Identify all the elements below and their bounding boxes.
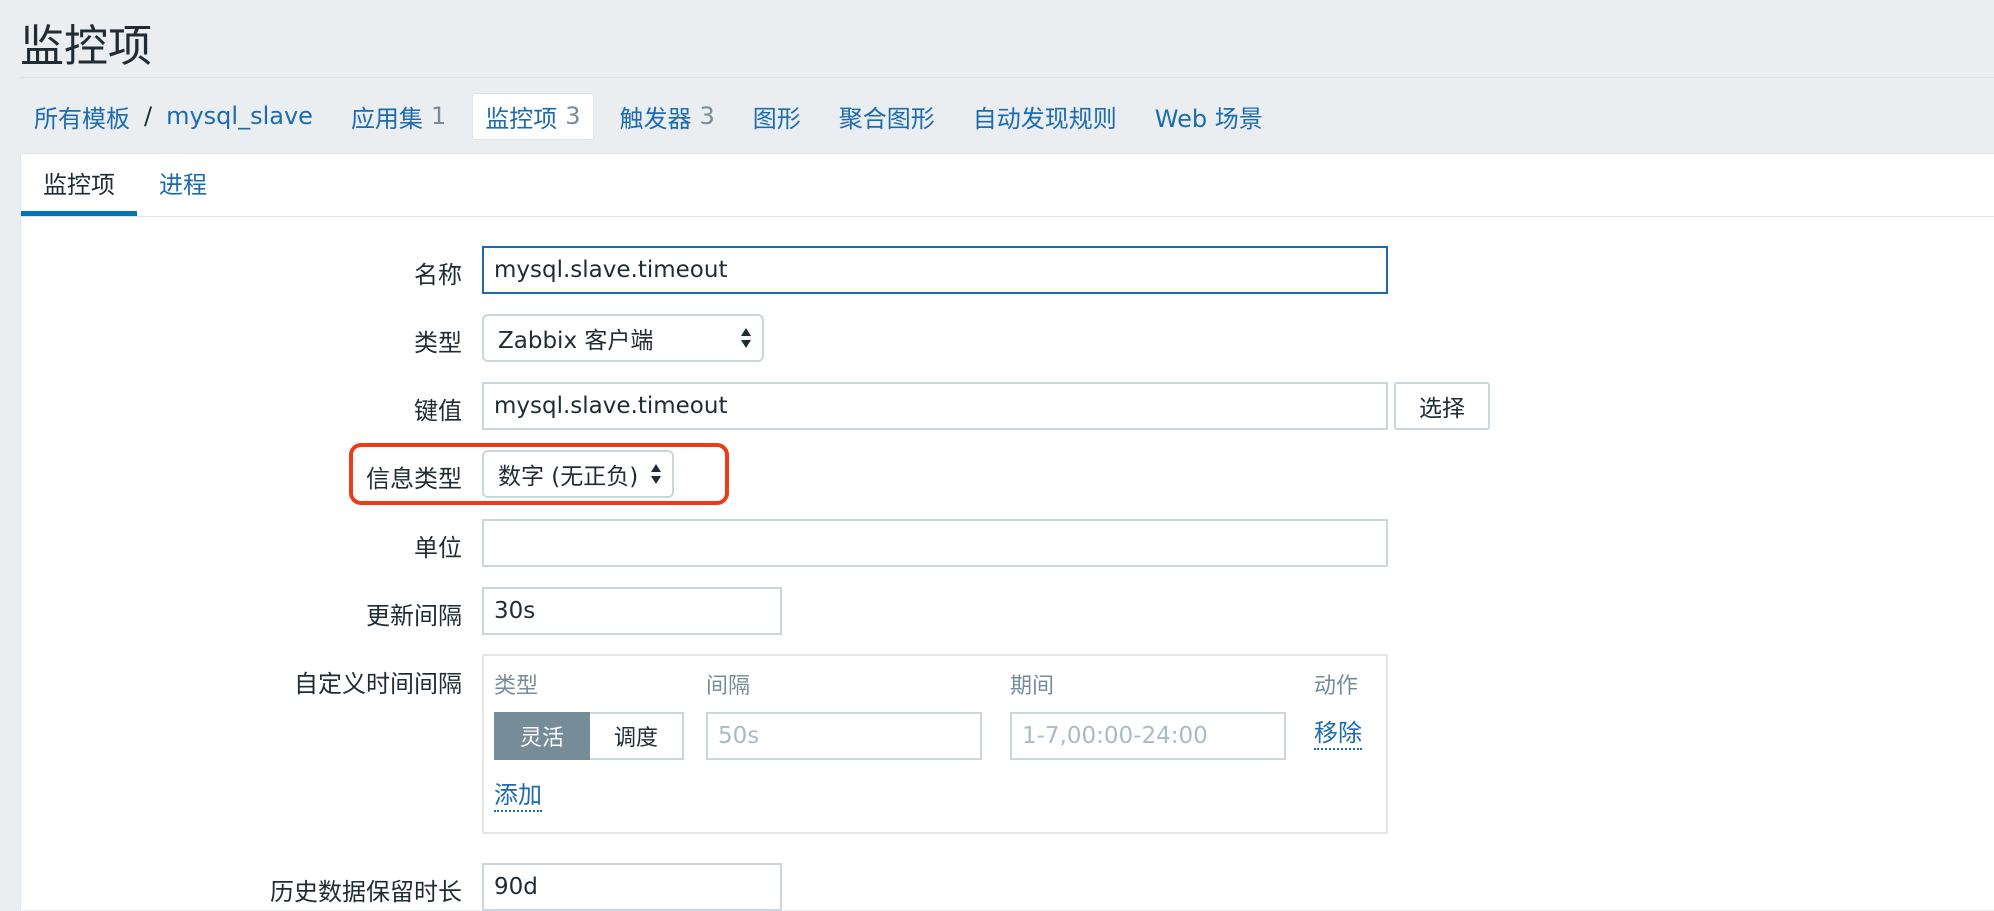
col-interval-header: 间隔	[706, 674, 751, 699]
col-type-header: 类型	[494, 674, 539, 699]
header-divider	[20, 77, 1994, 78]
col-action-header: 动作	[1314, 674, 1359, 699]
history-label: 历史数据保留时长	[270, 878, 462, 906]
type-select[interactable]: Zabbix 客户端	[482, 314, 764, 362]
select-key-button[interactable]: 选择	[1394, 382, 1490, 430]
type-flexible-button[interactable]: 灵活	[494, 712, 590, 760]
nav-graphs[interactable]: 图形	[753, 99, 801, 134]
interval-input[interactable]: 50s	[706, 712, 982, 760]
template-link[interactable]: mysql_slave	[166, 102, 313, 130]
add-interval-link[interactable]: 添加	[494, 780, 542, 812]
breadcrumb-separator: /	[144, 102, 153, 130]
history-input[interactable]: 90d	[482, 863, 782, 911]
name-input[interactable]: mysql.slave.timeout	[482, 246, 1388, 294]
key-label: 键值	[414, 397, 462, 425]
page-title: 监控项	[20, 21, 152, 72]
select-arrows-icon	[741, 328, 751, 348]
update-interval-label: 更新间隔	[366, 602, 462, 630]
nav-discovery-rules[interactable]: 自动发现规则	[973, 99, 1117, 134]
remove-interval-link[interactable]: 移除	[1314, 718, 1362, 750]
type-label: 类型	[414, 329, 462, 357]
interval-type-toggle: 灵活 调度	[494, 712, 684, 760]
key-input[interactable]: mysql.slave.timeout	[482, 382, 1388, 430]
info-type-select[interactable]: 数字 (无正负)	[482, 450, 674, 498]
applications-count: 1	[430, 102, 447, 130]
breadcrumb: 所有模板 / mysql_slave 应用集 1 监控项 3 触发器 3 图形 …	[20, 92, 1994, 140]
nav-applications[interactable]: 应用集 1	[351, 99, 446, 134]
triggers-count: 3	[699, 102, 715, 130]
items-count: 3	[565, 102, 581, 130]
tab-preprocessing[interactable]: 进程	[137, 165, 229, 216]
nav-triggers[interactable]: 触发器 3	[620, 99, 715, 134]
all-templates-link[interactable]: 所有模板	[34, 99, 130, 134]
info-type-label: 信息类型	[366, 465, 462, 493]
units-label: 单位	[414, 534, 462, 562]
select-arrows-icon	[651, 464, 661, 484]
nav-screens[interactable]: 聚合图形	[839, 99, 935, 134]
custom-intervals-table: 类型 间隔 期间 动作 灵活 调度 50s 1-7,00:00-24:00 移除…	[482, 654, 1388, 834]
type-scheduling-button[interactable]: 调度	[590, 712, 684, 760]
update-interval-input[interactable]: 30s	[482, 587, 782, 635]
custom-intervals-label: 自定义时间间隔	[294, 670, 462, 698]
tab-bar: 监控项 进程	[21, 154, 1994, 217]
tab-item[interactable]: 监控项	[21, 165, 137, 216]
name-label: 名称	[414, 261, 462, 289]
col-period-header: 期间	[1010, 674, 1055, 699]
breadcrumb-root: 所有模板 / mysql_slave	[20, 99, 313, 134]
units-input[interactable]	[482, 519, 1388, 567]
nav-web-scenarios[interactable]: Web 场景	[1155, 99, 1263, 134]
period-input[interactable]: 1-7,00:00-24:00	[1010, 712, 1286, 760]
nav-items[interactable]: 监控项 3	[472, 92, 594, 140]
